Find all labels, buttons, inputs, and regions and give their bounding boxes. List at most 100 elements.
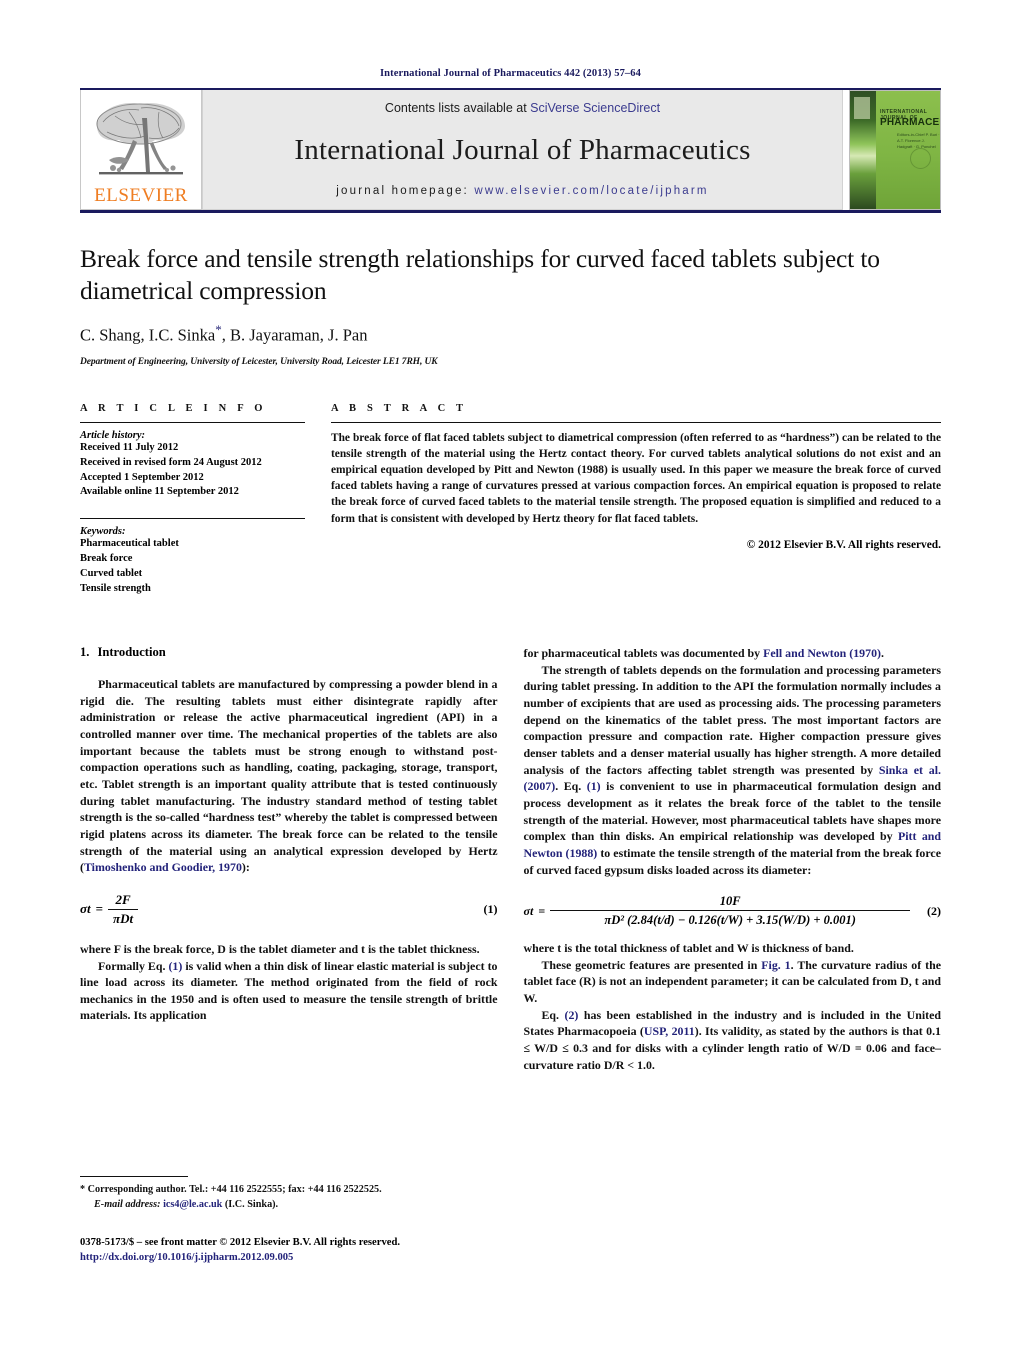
keywords-label: Keywords: [80, 526, 126, 538]
paragraph: where F is the break force, D is the tab… [80, 941, 480, 956]
equation-1-number: (1) [483, 901, 498, 916]
equation-2-number: (2) [927, 903, 941, 918]
journal-homepage-line: journal homepage: www.elsevier.com/locat… [336, 185, 708, 197]
footnote-block: * Corresponding author. Tel.: +44 116 25… [80, 1176, 500, 1265]
figure-reference-link[interactable]: Fig. 1 [761, 958, 790, 972]
cover-line2: PHARMACEUTICS [880, 117, 940, 128]
elsevier-logo: ELSEVIER [80, 90, 202, 210]
author-names-tail: , B. Jayaraman, J. Pan [221, 325, 368, 345]
equation-1-lhs: σt [80, 901, 91, 917]
affiliation: Department of Engineering, University of… [80, 356, 438, 367]
history-item: Received 11 July 2012 [80, 441, 179, 453]
journal-cover-thumbnail: INTERNATIONAL JOURNAL OF PHARMACEUTICS E… [849, 90, 941, 210]
homepage-prefix: journal homepage: [336, 185, 475, 197]
abstract-rule [331, 421, 941, 423]
author-names-head: C. Shang, I.C. Sinka [80, 325, 216, 345]
history-item: Accepted 1 September 2012 [80, 471, 204, 483]
article-info-column: A R T I C L E I N F O Article history: R… [80, 403, 305, 597]
history-item: Available online 11 September 2012 [80, 486, 239, 498]
equation-1-equals: = [95, 901, 104, 917]
paragraph: Eq. (2) has been established in the indu… [524, 1007, 942, 1074]
equation-1-math: σt = 2F πDt [80, 892, 139, 927]
keyword-item: Break force [80, 553, 133, 565]
equation-2-denominator: πD² (2.84(t/d) − 0.126(t/W) + 3.15(W/D) … [604, 913, 856, 928]
masthead-center: Contents lists available at SciVerse Sci… [202, 90, 843, 210]
citation-link[interactable]: Fell and Newton (1970) [763, 646, 881, 660]
paragraph-text: Pharmaceutical tablets are manufactured … [80, 676, 498, 875]
keyword-item: Pharmaceutical tablet [80, 538, 179, 550]
paragraph-text-a: These geometric features are presented i… [541, 957, 762, 972]
abstract-text: The break force of flat faced tablets su… [331, 431, 941, 525]
citation-link[interactable]: Timoshenko and Goodier, 1970 [84, 860, 242, 874]
section-title: Introduction [97, 644, 166, 659]
paragraph-text-head: for pharmaceutical tablets was documente… [523, 645, 764, 660]
paragraph-text-a: The strength of tablets depends on the f… [523, 662, 942, 777]
cover-photo-strip [850, 91, 876, 209]
corresponding-author-note: * Corresponding author. Tel.: +44 116 25… [80, 1184, 382, 1195]
equation-2-lhs: σt [523, 903, 534, 918]
equation-1-numerator: 2F [108, 892, 139, 910]
abstract-column: A B S T R A C T The break force of flat … [331, 403, 941, 597]
citation-link[interactable]: USP, 2011 [644, 1024, 695, 1038]
sciencedirect-link[interactable]: SciVerse ScienceDirect [530, 101, 660, 115]
homepage-url-link[interactable]: www.elsevier.com/locate/ijpharm [474, 185, 708, 197]
email-owner: (I.C. Sinka). [222, 1198, 279, 1210]
equation-1-denominator: πDt [113, 910, 134, 926]
body-column-right: for pharmaceutical tablets was documente… [524, 645, 942, 1073]
running-head: International Journal of Pharmaceutics 4… [380, 68, 641, 79]
email-link[interactable]: ics4@le.ac.uk [163, 1199, 222, 1210]
cover-logo-circle-icon [910, 148, 931, 169]
issn-line: 0378-5173/$ – see front matter © 2012 El… [80, 1236, 400, 1248]
keywords-block: Keywords: Pharmaceutical tablet Break fo… [80, 518, 305, 597]
equation-2-math: σt = 10F πD² (2.84(t/d) − 0.126(t/W) + 3… [524, 894, 928, 928]
equation-reference-link[interactable]: (2) [565, 1008, 579, 1022]
journal-title: International Journal of Pharmaceutics [294, 133, 751, 166]
paragraph: where t is the total thickness of tablet… [523, 941, 854, 956]
equation-2-numerator: 10F [550, 894, 911, 912]
keyword-item: Curved tablet [80, 568, 143, 580]
section-number: 1. [80, 644, 90, 659]
paragraph-text-tail: ): [241, 860, 250, 875]
doi-link[interactable]: http://dx.doi.org/10.1016/j.ijpharm.2012… [80, 1250, 500, 1265]
journal-masthead: ELSEVIER Contents lists available at Sci… [80, 90, 941, 210]
elsevier-wordmark: ELSEVIER [94, 185, 188, 206]
equation-reference-link[interactable]: (1) [168, 959, 182, 973]
section-heading-introduction: 1. Introduction [80, 645, 498, 660]
footnote-rule [80, 1176, 188, 1177]
body-column-left: 1. Introduction Pharmaceutical tablets ar… [80, 645, 498, 1024]
abstract-heading: A B S T R A C T [331, 402, 468, 414]
equation-reference-link[interactable]: (1) [587, 779, 601, 793]
email-note: E-mail address: ics4@le.ac.uk (I.C. Sink… [80, 1198, 500, 1213]
author-list: C. Shang, I.C. Sinka*, B. Jayaraman, J. … [80, 322, 941, 346]
paragraph-text-head: Formally Eq. [98, 958, 169, 973]
equation-2-equals: = [538, 903, 546, 918]
keyword-item: Tensile strength [80, 583, 151, 595]
history-item: Received in revised form 24 August 2012 [80, 456, 262, 468]
paragraph: The strength of tablets depends on the f… [524, 662, 942, 879]
paragraph: for pharmaceutical tablets was documente… [524, 645, 942, 662]
equation-2: σt = 10F πD² (2.84(t/d) − 0.126(t/W) + 3… [524, 894, 942, 928]
article-info-heading: A R T I C L E I N F O [80, 402, 267, 414]
body-columns: 1. Introduction Pharmaceutical tablets ar… [80, 645, 941, 1073]
paragraph: Pharmaceutical tablets are manufactured … [80, 676, 498, 876]
email-label: E-mail address: [94, 1198, 161, 1210]
info-abstract-row: A R T I C L E I N F O Article history: R… [80, 403, 941, 597]
equation-1-fraction: 2F πDt [108, 892, 139, 927]
equation-1: σt = 2F πDt (1) [80, 892, 498, 927]
title-block: Break force and tensile strength relatio… [80, 243, 941, 367]
page-title: Break force and tensile strength relatio… [80, 244, 880, 305]
contents-list-line: Contents lists available at SciVerse Sci… [385, 101, 660, 115]
abstract-copyright: © 2012 Elsevier B.V. All rights reserved… [746, 538, 941, 551]
paragraph-text-a: Eq. [541, 1007, 565, 1022]
paragraph: These geometric features are presented i… [524, 957, 942, 1007]
paragraph-text-b: . Eq. [555, 779, 587, 794]
issn-block: 0378-5173/$ – see front matter © 2012 El… [80, 1235, 500, 1266]
keywords-rule [80, 518, 305, 520]
paper-page: International Journal of Pharmaceutics 4… [0, 0, 1021, 1351]
equation-2-fraction: 10F πD² (2.84(t/d) − 0.126(t/W) + 3.15(W… [550, 894, 911, 928]
paragraph: Formally Eq. (1) is valid when a thin di… [80, 958, 498, 1025]
paragraph-text-tail: . [880, 645, 884, 660]
contents-prefix: Contents lists available at [384, 101, 531, 115]
elsevier-tree-icon [96, 102, 185, 175]
article-info-rule [80, 421, 305, 423]
